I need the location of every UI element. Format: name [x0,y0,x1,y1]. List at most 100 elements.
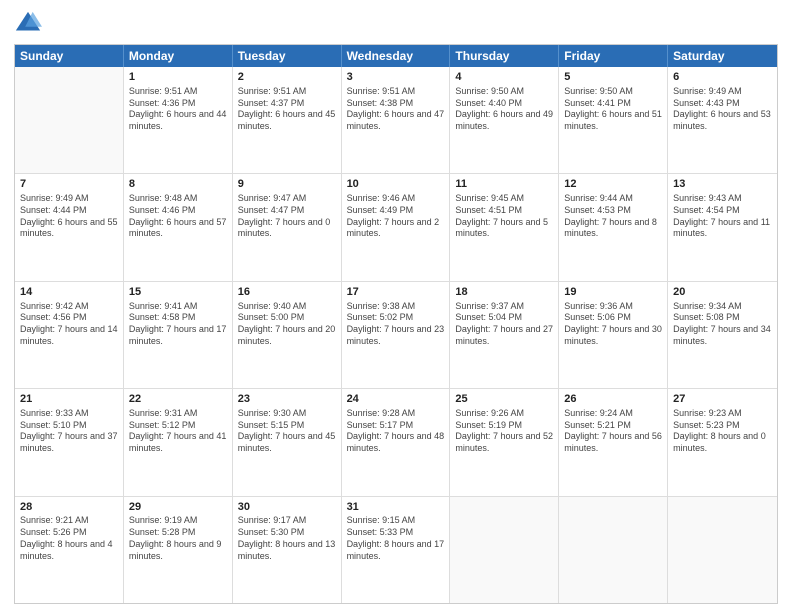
day-number: 13 [673,177,772,192]
calendar-cell: 10Sunrise: 9:46 AMSunset: 4:49 PMDayligh… [342,174,451,280]
day-info: Sunrise: 9:24 AMSunset: 5:21 PMDaylight:… [564,408,662,455]
day-info: Sunrise: 9:44 AMSunset: 4:53 PMDaylight:… [564,193,662,240]
day-info: Sunrise: 9:50 AMSunset: 4:40 PMDaylight:… [455,86,553,133]
day-number: 2 [238,70,336,85]
calendar-week-row: 28Sunrise: 9:21 AMSunset: 5:26 PMDayligh… [15,497,777,603]
day-number: 25 [455,392,553,407]
day-info: Sunrise: 9:19 AMSunset: 5:28 PMDaylight:… [129,515,227,562]
day-info: Sunrise: 9:31 AMSunset: 5:12 PMDaylight:… [129,408,227,455]
day-number: 29 [129,500,227,515]
day-number: 12 [564,177,662,192]
day-number: 6 [673,70,772,85]
calendar-week-row: 1Sunrise: 9:51 AMSunset: 4:36 PMDaylight… [15,67,777,174]
calendar-week-row: 21Sunrise: 9:33 AMSunset: 5:10 PMDayligh… [15,389,777,496]
calendar-cell: 1Sunrise: 9:51 AMSunset: 4:36 PMDaylight… [124,67,233,173]
calendar-cell [559,497,668,603]
day-info: Sunrise: 9:49 AMSunset: 4:44 PMDaylight:… [20,193,118,240]
weekday-header: Thursday [450,45,559,67]
day-info: Sunrise: 9:48 AMSunset: 4:46 PMDaylight:… [129,193,227,240]
calendar-body: 1Sunrise: 9:51 AMSunset: 4:36 PMDaylight… [15,67,777,603]
day-number: 30 [238,500,336,515]
calendar-cell: 5Sunrise: 9:50 AMSunset: 4:41 PMDaylight… [559,67,668,173]
calendar-cell: 24Sunrise: 9:28 AMSunset: 5:17 PMDayligh… [342,389,451,495]
calendar-cell: 29Sunrise: 9:19 AMSunset: 5:28 PMDayligh… [124,497,233,603]
calendar-cell: 28Sunrise: 9:21 AMSunset: 5:26 PMDayligh… [15,497,124,603]
day-number: 18 [455,285,553,300]
weekday-header: Monday [124,45,233,67]
day-number: 7 [20,177,118,192]
calendar-cell: 16Sunrise: 9:40 AMSunset: 5:00 PMDayligh… [233,282,342,388]
page: SundayMondayTuesdayWednesdayThursdayFrid… [0,0,792,612]
calendar-cell: 14Sunrise: 9:42 AMSunset: 4:56 PMDayligh… [15,282,124,388]
day-info: Sunrise: 9:47 AMSunset: 4:47 PMDaylight:… [238,193,336,240]
calendar-cell: 27Sunrise: 9:23 AMSunset: 5:23 PMDayligh… [668,389,777,495]
day-number: 8 [129,177,227,192]
calendar-cell: 17Sunrise: 9:38 AMSunset: 5:02 PMDayligh… [342,282,451,388]
calendar-cell: 7Sunrise: 9:49 AMSunset: 4:44 PMDaylight… [15,174,124,280]
day-info: Sunrise: 9:49 AMSunset: 4:43 PMDaylight:… [673,86,772,133]
day-info: Sunrise: 9:30 AMSunset: 5:15 PMDaylight:… [238,408,336,455]
calendar-cell: 18Sunrise: 9:37 AMSunset: 5:04 PMDayligh… [450,282,559,388]
day-number: 10 [347,177,445,192]
calendar-cell: 12Sunrise: 9:44 AMSunset: 4:53 PMDayligh… [559,174,668,280]
logo-icon [14,10,42,38]
calendar-cell: 15Sunrise: 9:41 AMSunset: 4:58 PMDayligh… [124,282,233,388]
calendar-week-row: 7Sunrise: 9:49 AMSunset: 4:44 PMDaylight… [15,174,777,281]
day-info: Sunrise: 9:46 AMSunset: 4:49 PMDaylight:… [347,193,445,240]
day-info: Sunrise: 9:21 AMSunset: 5:26 PMDaylight:… [20,515,118,562]
day-info: Sunrise: 9:28 AMSunset: 5:17 PMDaylight:… [347,408,445,455]
header [14,10,778,38]
weekday-header: Friday [559,45,668,67]
day-info: Sunrise: 9:50 AMSunset: 4:41 PMDaylight:… [564,86,662,133]
calendar-cell: 13Sunrise: 9:43 AMSunset: 4:54 PMDayligh… [668,174,777,280]
calendar-cell [15,67,124,173]
day-info: Sunrise: 9:40 AMSunset: 5:00 PMDaylight:… [238,301,336,348]
calendar-cell: 8Sunrise: 9:48 AMSunset: 4:46 PMDaylight… [124,174,233,280]
day-number: 26 [564,392,662,407]
logo [14,10,46,38]
calendar-cell: 19Sunrise: 9:36 AMSunset: 5:06 PMDayligh… [559,282,668,388]
calendar-cell: 31Sunrise: 9:15 AMSunset: 5:33 PMDayligh… [342,497,451,603]
day-number: 23 [238,392,336,407]
day-info: Sunrise: 9:15 AMSunset: 5:33 PMDaylight:… [347,515,445,562]
calendar-cell: 11Sunrise: 9:45 AMSunset: 4:51 PMDayligh… [450,174,559,280]
calendar-cell [450,497,559,603]
calendar-cell: 9Sunrise: 9:47 AMSunset: 4:47 PMDaylight… [233,174,342,280]
day-number: 21 [20,392,118,407]
day-number: 15 [129,285,227,300]
calendar-cell: 6Sunrise: 9:49 AMSunset: 4:43 PMDaylight… [668,67,777,173]
calendar-cell: 21Sunrise: 9:33 AMSunset: 5:10 PMDayligh… [15,389,124,495]
calendar-cell: 20Sunrise: 9:34 AMSunset: 5:08 PMDayligh… [668,282,777,388]
day-number: 4 [455,70,553,85]
calendar-cell: 2Sunrise: 9:51 AMSunset: 4:37 PMDaylight… [233,67,342,173]
weekday-header: Sunday [15,45,124,67]
day-info: Sunrise: 9:45 AMSunset: 4:51 PMDaylight:… [455,193,553,240]
day-info: Sunrise: 9:43 AMSunset: 4:54 PMDaylight:… [673,193,772,240]
day-number: 27 [673,392,772,407]
day-number: 3 [347,70,445,85]
day-number: 11 [455,177,553,192]
day-number: 24 [347,392,445,407]
calendar-cell: 26Sunrise: 9:24 AMSunset: 5:21 PMDayligh… [559,389,668,495]
day-info: Sunrise: 9:38 AMSunset: 5:02 PMDaylight:… [347,301,445,348]
day-info: Sunrise: 9:51 AMSunset: 4:37 PMDaylight:… [238,86,336,133]
day-number: 9 [238,177,336,192]
day-info: Sunrise: 9:17 AMSunset: 5:30 PMDaylight:… [238,515,336,562]
calendar-cell: 22Sunrise: 9:31 AMSunset: 5:12 PMDayligh… [124,389,233,495]
day-info: Sunrise: 9:33 AMSunset: 5:10 PMDaylight:… [20,408,118,455]
day-number: 16 [238,285,336,300]
day-info: Sunrise: 9:34 AMSunset: 5:08 PMDaylight:… [673,301,772,348]
day-info: Sunrise: 9:37 AMSunset: 5:04 PMDaylight:… [455,301,553,348]
day-info: Sunrise: 9:23 AMSunset: 5:23 PMDaylight:… [673,408,772,455]
day-number: 5 [564,70,662,85]
day-info: Sunrise: 9:41 AMSunset: 4:58 PMDaylight:… [129,301,227,348]
day-info: Sunrise: 9:51 AMSunset: 4:36 PMDaylight:… [129,86,227,133]
day-number: 28 [20,500,118,515]
day-number: 22 [129,392,227,407]
day-number: 17 [347,285,445,300]
day-info: Sunrise: 9:51 AMSunset: 4:38 PMDaylight:… [347,86,445,133]
day-number: 14 [20,285,118,300]
day-info: Sunrise: 9:26 AMSunset: 5:19 PMDaylight:… [455,408,553,455]
weekday-header: Tuesday [233,45,342,67]
calendar-week-row: 14Sunrise: 9:42 AMSunset: 4:56 PMDayligh… [15,282,777,389]
